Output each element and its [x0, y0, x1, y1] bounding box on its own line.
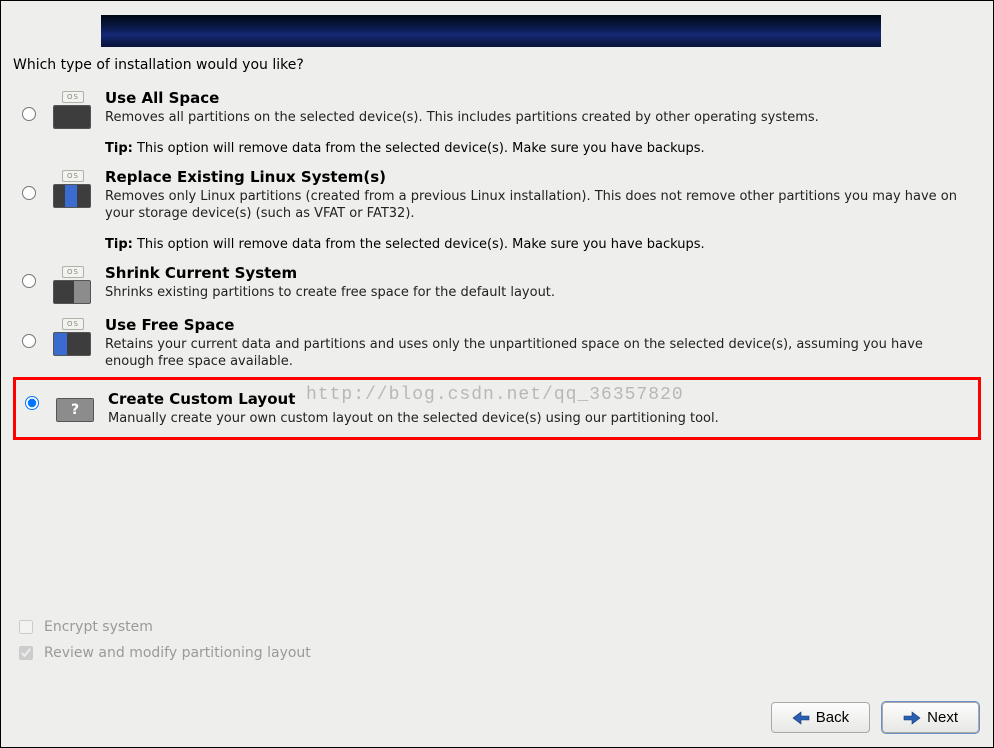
option-tip: Tip: This option will remove data from t… [105, 237, 969, 252]
arrow-left-icon [792, 711, 810, 725]
drive-icon-free-space: OS [53, 318, 93, 356]
option-use-all-space[interactable]: OS Use All Space Removes all partitions … [13, 83, 981, 162]
review-layout-row[interactable]: Review and modify partitioning layout [15, 643, 311, 663]
option-title: Replace Existing Linux System(s) [105, 168, 969, 186]
encrypt-checkbox[interactable] [19, 620, 33, 634]
option-custom-layout[interactable]: ? Create Custom Layout Manually create y… [13, 377, 981, 441]
header-banner [101, 15, 881, 47]
option-tip: Tip: This option will remove data from t… [105, 141, 969, 156]
bottom-checkboxes: Encrypt system Review and modify partiti… [15, 617, 311, 669]
drive-icon-custom: ? [56, 392, 96, 422]
option-title: Shrink Current System [105, 264, 969, 282]
next-button[interactable]: Next [882, 702, 979, 733]
option-desc: Removes all partitions on the selected d… [105, 109, 969, 127]
installation-type-prompt: Which type of installation would you lik… [13, 57, 981, 73]
navigation-buttons: Back Next [771, 702, 979, 733]
option-title: Create Custom Layout [108, 390, 966, 408]
back-button[interactable]: Back [771, 702, 870, 733]
review-label: Review and modify partitioning layout [44, 645, 311, 661]
drive-icon-replace-linux: OS [53, 170, 93, 208]
option-replace-linux[interactable]: OS Replace Existing Linux System(s) Remo… [13, 162, 981, 258]
option-desc: Retains your current data and partitions… [105, 336, 969, 371]
drive-icon-use-all-space: OS [53, 91, 93, 129]
encrypt-label: Encrypt system [44, 619, 153, 635]
drive-icon-shrink: OS [53, 266, 93, 304]
option-desc: Shrinks existing partitions to create fr… [105, 284, 969, 302]
option-title: Use Free Space [105, 316, 969, 334]
installation-options: OS Use All Space Removes all partitions … [13, 83, 981, 440]
option-shrink[interactable]: OS Shrink Current System Shrinks existin… [13, 258, 981, 310]
radio-free-space[interactable] [22, 334, 36, 348]
radio-use-all-space[interactable] [22, 107, 36, 121]
option-desc: Removes only Linux partitions (created f… [105, 188, 969, 223]
review-checkbox[interactable] [19, 646, 33, 660]
radio-custom-layout[interactable] [25, 396, 39, 410]
encrypt-system-row[interactable]: Encrypt system [15, 617, 311, 637]
option-title: Use All Space [105, 89, 969, 107]
radio-replace-linux[interactable] [22, 186, 36, 200]
option-desc: Manually create your own custom layout o… [108, 410, 966, 428]
radio-shrink[interactable] [22, 274, 36, 288]
arrow-right-icon [903, 711, 921, 725]
option-free-space[interactable]: OS Use Free Space Retains your current d… [13, 310, 981, 377]
